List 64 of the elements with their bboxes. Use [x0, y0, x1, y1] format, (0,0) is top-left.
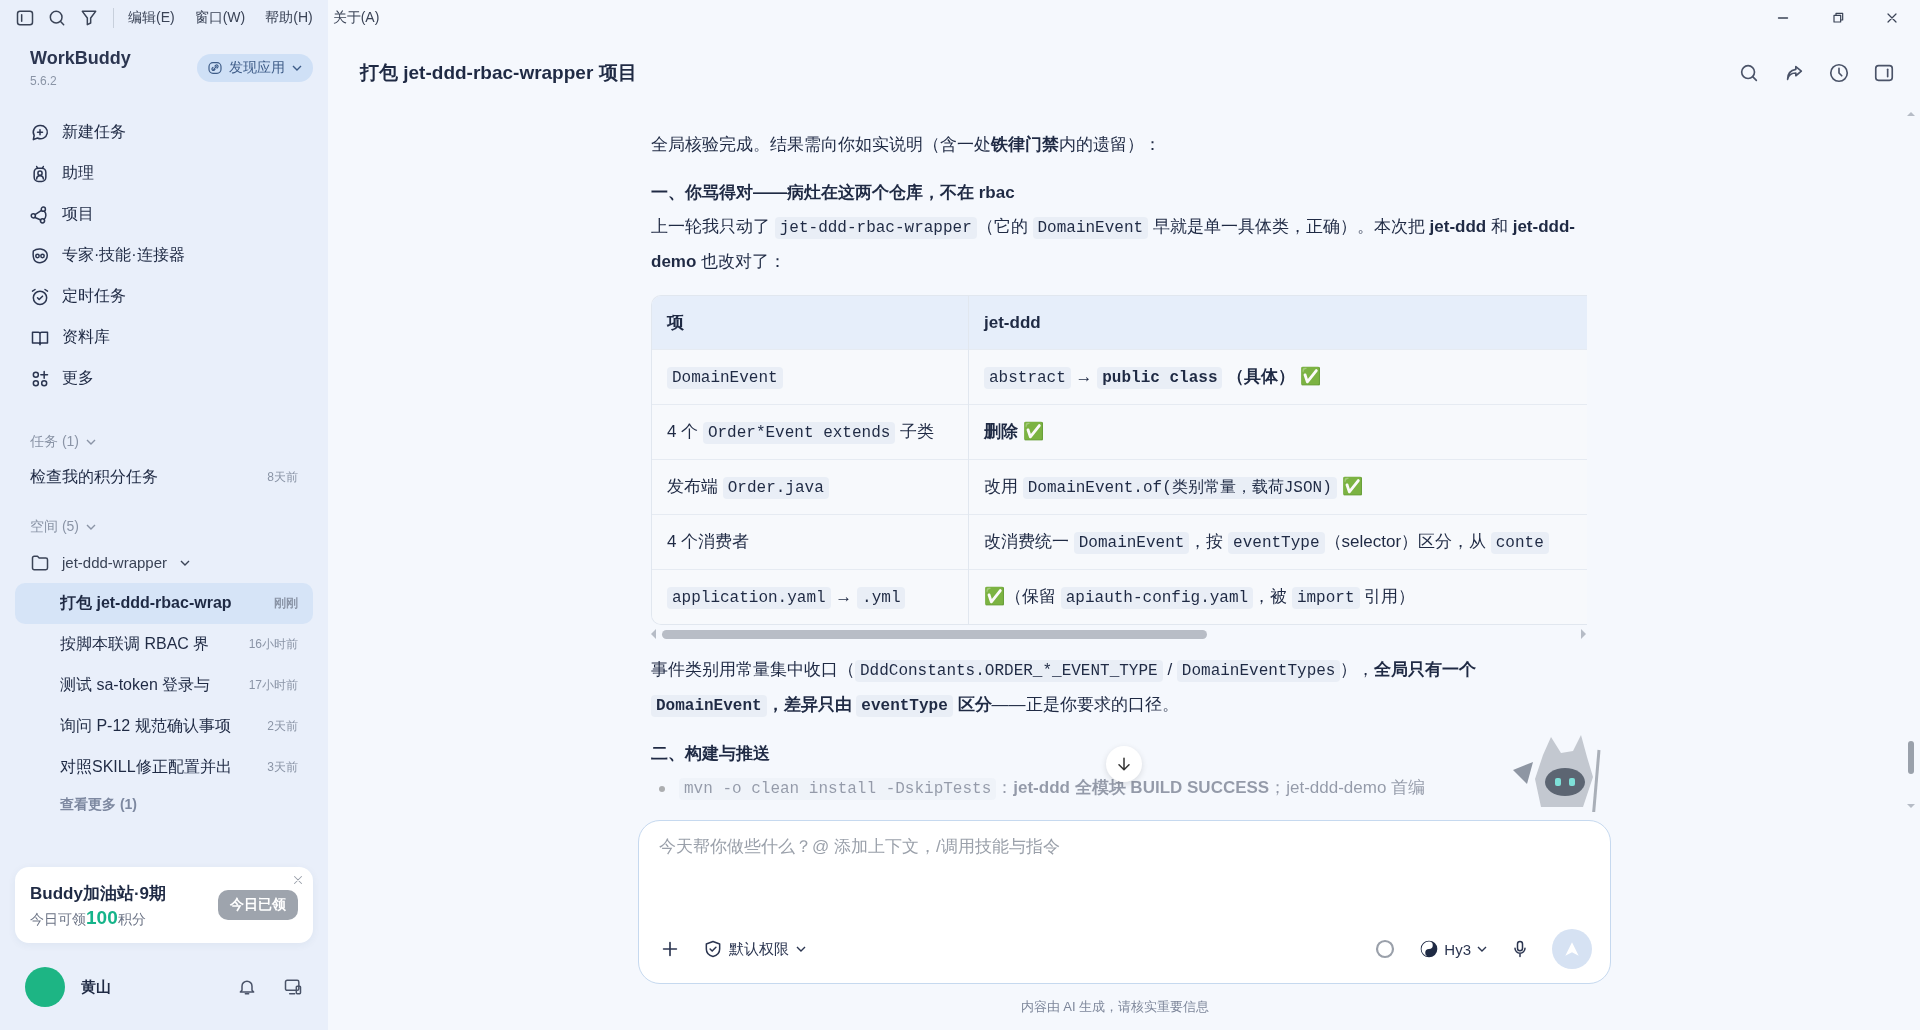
- table-header-cell: jet-ddd: [968, 296, 1587, 350]
- promo-text: 今日可领100积分: [30, 906, 147, 929]
- task-item[interactable]: 测试 sa-token 登录与 17小时前: [15, 665, 313, 706]
- alarm-clock-icon: [30, 286, 50, 307]
- message-paragraph: 上一轮我只动了 jet-ddd-rbac-wrapper （它的 DomainEvent 早就是单一具体类，正确）。本次把 jet-ddd 和 jet-ddd-demo 也改对了：: [651, 216, 1576, 273]
- link-icon: [207, 60, 223, 76]
- nodes-icon: [30, 204, 50, 225]
- search-icon[interactable]: [47, 8, 67, 28]
- model-dropdown[interactable]: Hy3: [1419, 939, 1488, 959]
- apps-icon: [30, 368, 50, 389]
- table-cell: abstract → public class （具体） ✅: [968, 349, 1587, 405]
- table-cell: 4 个 Order*Event extends 子类: [652, 404, 969, 460]
- shield-check-icon: [703, 939, 723, 959]
- section-heading: 一、你骂得对——病灶在这两个仓库，不在 rbac: [651, 182, 1015, 204]
- task-item[interactable]: 检查我的积分任务 8天前: [15, 457, 313, 498]
- list-item: mvn -o clean install -DskipTests ：jet-ddd 全模块 BUILD SUCCESS；jet-ddd-demo 首编: [679, 771, 1426, 806]
- task-item[interactable]: 询问 P-12 规范确认事项 2天前: [15, 706, 313, 747]
- menu-item[interactable]: 窗口(W): [194, 9, 246, 27]
- message-paragraph: 事件类别用常量集中收口（ DddConstants.ORDER_*_EVENT_TYPE / DomainEventTypes ），全局只有一个 DomainEvent ，差异只由 eventType 区分——正是你要求的口径。: [651, 659, 1478, 719]
- nav-item[interactable]: 定时任务: [15, 276, 313, 317]
- task-item[interactable]: 按脚本联调 RBAC 界 16小时前: [15, 624, 313, 665]
- table-cell: 4 个消费者: [652, 514, 969, 570]
- filter-icon[interactable]: [79, 8, 99, 28]
- menu-item[interactable]: 关于(A): [332, 9, 380, 27]
- folder-item[interactable]: jet-ddd-wrapper: [15, 542, 313, 583]
- nav-item[interactable]: 助理: [15, 153, 313, 194]
- disclaimer-text: 内容由 AI 生成，请核实重要信息: [1019, 998, 1211, 1016]
- yin-yang-icon: [1419, 939, 1440, 959]
- table-cell: application.yaml → .yml: [652, 569, 969, 624]
- app-name: WorkBuddy: [30, 48, 131, 69]
- menu-item[interactable]: 编辑(E): [128, 9, 175, 27]
- section-heading: 二、构建与推送: [651, 743, 770, 765]
- table-cell: ✅（保留 apiauth-config.yaml ，被 import 引用）: [968, 569, 1587, 624]
- nav-item[interactable]: 资料库: [15, 317, 313, 358]
- message-paragraph: 全局核验完成。结果需向你如实说明（含一处铁律门禁内的遗留）：: [651, 134, 1162, 156]
- devices-icon[interactable]: [283, 977, 303, 997]
- table-cell: 删除 ✅: [968, 404, 1587, 460]
- menu-item[interactable]: 帮助(H): [265, 9, 313, 27]
- task-item[interactable]: 对照SKILL修正配置并出 3天前: [15, 747, 313, 788]
- nav-item[interactable]: 新建任务: [15, 112, 313, 153]
- nav-item[interactable]: 更多: [15, 358, 313, 399]
- search-icon[interactable]: [1738, 62, 1760, 84]
- history-icon[interactable]: [1828, 62, 1850, 84]
- app-version: 5.6.2: [30, 74, 58, 88]
- user-name: 黄山: [81, 977, 112, 997]
- promo-title: Buddy加油站·9期: [30, 882, 166, 905]
- nav-item[interactable]: 专家·技能·连接器: [15, 235, 313, 276]
- chat-plus-icon: [30, 122, 50, 143]
- restore-icon[interactable]: [1830, 10, 1846, 26]
- sidebar-toggle-icon[interactable]: [15, 8, 35, 28]
- table-cell: 改消费统一 DomainEvent ，按 eventType （selector）区分，从 conte: [968, 514, 1587, 570]
- nav-item[interactable]: 项目: [15, 194, 313, 235]
- discover-button[interactable]: 发现应用: [197, 54, 313, 82]
- badge-person-icon: [30, 163, 50, 184]
- table-cell: 发布端 Order.java: [652, 459, 969, 515]
- table-header-cell: 项: [652, 296, 969, 350]
- horizontal-scrollbar[interactable]: [651, 627, 1586, 641]
- table-cell: DomainEvent: [652, 349, 969, 405]
- table-cell: 改用 DomainEvent.of(类别常量，载荷JSON) ✅: [968, 459, 1587, 515]
- permission-dropdown[interactable]: 默认权限: [703, 939, 807, 959]
- task-item[interactable]: 打包 jet-ddd-rbac-wrap 刚刚: [15, 583, 313, 624]
- chat-title: 打包 jet-ddd-rbac-wrapper 项目: [360, 61, 637, 85]
- panel-toggle-icon[interactable]: [1873, 62, 1895, 84]
- mask-icon: [30, 245, 50, 266]
